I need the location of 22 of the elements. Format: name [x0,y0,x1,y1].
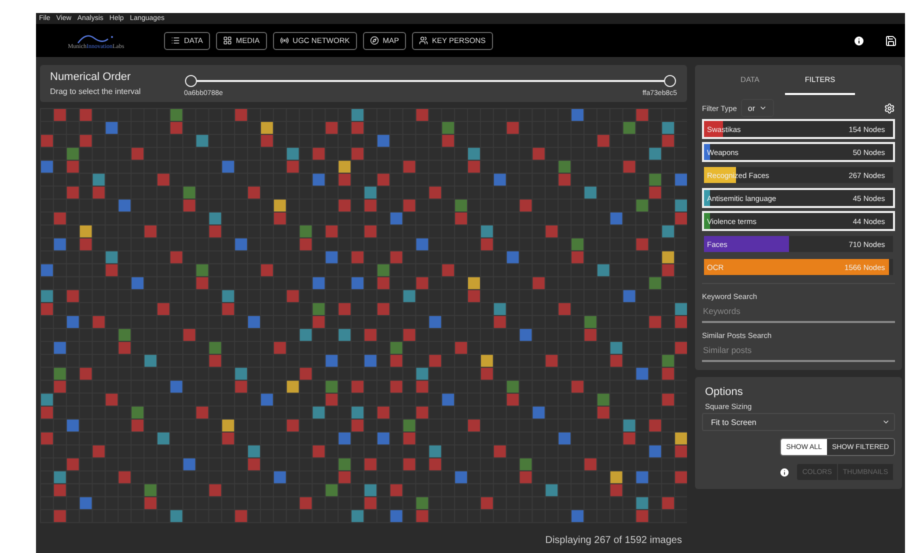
network-icon [280,36,289,45]
similar-posts-field[interactable]: Similar posts [702,340,895,362]
info-icon[interactable] [779,466,790,478]
info-icon[interactable] [853,34,865,46]
slider-handle[interactable] [185,74,197,86]
status-text: Displaying 267 of 1592 images [545,534,682,546]
map-icon [370,36,379,45]
save-icon[interactable] [885,34,897,46]
panel-title: Numerical Order [50,71,132,83]
list-icon [171,36,180,45]
caret-icon [882,418,890,426]
settings-icon[interactable] [884,102,895,114]
range-slider[interactable] [184,74,677,86]
keyword-field[interactable]: Keywords [702,301,895,323]
persons-icon [419,36,428,45]
caret-icon [759,104,767,112]
slider-handle[interactable] [664,74,676,86]
hint-text: Drag to select the interval [50,87,142,96]
panel-title: Options [705,386,744,398]
filter-type-select[interactable]: or [740,99,774,117]
sizing-select[interactable]: Fit to Screen [702,413,895,431]
grid-icon [222,36,232,45]
